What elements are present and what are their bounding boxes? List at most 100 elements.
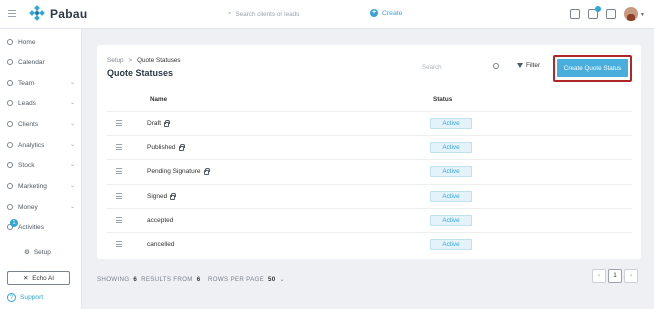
logo-text: Pabau [50, 6, 88, 21]
calendar-icon[interactable] [570, 9, 580, 19]
menu-icon[interactable] [8, 10, 16, 17]
echo-ai-label: Echo AI [32, 274, 54, 282]
row-name: Draft [147, 120, 162, 127]
chevron-down-icon: ⌄ [69, 183, 75, 189]
echo-ai-button[interactable]: ✕ Echo AI [7, 271, 70, 285]
sidebar-item-money[interactable]: Money ⌄ [7, 201, 75, 213]
drag-handle-icon[interactable] [116, 217, 122, 225]
money-icon [7, 204, 13, 210]
row-name: accepted [147, 217, 174, 224]
table-row[interactable]: Draft Active [107, 111, 632, 135]
filter-icon [517, 63, 523, 68]
next-page-icon[interactable]: › [624, 269, 638, 283]
table-row[interactable]: Pending Signature Active [107, 159, 632, 183]
row-name: Signed [147, 193, 168, 200]
drag-handle-icon[interactable] [116, 241, 122, 249]
rows-per-page-label: ROWS PER PAGE [208, 276, 265, 283]
status-badge: Active [430, 239, 472, 250]
pagination: ‹ 1 › [592, 269, 638, 283]
row-name: cancelled [147, 241, 175, 248]
plus-icon: + [370, 9, 378, 17]
drag-handle-icon[interactable] [116, 168, 122, 176]
drag-handle-icon[interactable] [116, 120, 122, 128]
breadcrumb-separator: > [128, 57, 133, 64]
filter-label: Filter [526, 62, 540, 69]
total-count: 6 [196, 276, 201, 283]
avatar[interactable] [624, 7, 638, 21]
chevron-down-icon: ⌄ [69, 204, 75, 210]
support-link[interactable]: ? Support [7, 293, 43, 302]
sidebar-item-label: Money [18, 203, 38, 211]
sidebar-item-home[interactable]: Home [7, 36, 75, 48]
lock-icon [164, 119, 171, 127]
notification-badge [595, 6, 601, 12]
chat-icon[interactable] [606, 9, 616, 19]
chevron-down-icon: ⌄ [69, 142, 75, 148]
column-header-name: Name [150, 96, 168, 103]
status-badge: Active [430, 118, 472, 129]
status-badge: Active [430, 191, 472, 202]
gear-icon: ⚙ [24, 249, 30, 256]
prev-page-icon[interactable]: ‹ [592, 269, 606, 283]
marketing-icon [7, 183, 13, 189]
page-title: Quote Statuses [107, 68, 174, 78]
pabau-logo[interactable]: Pabau [29, 5, 88, 21]
support-label: Support [20, 294, 44, 301]
search-icon: ⌕ [228, 10, 232, 17]
create-quote-status-button[interactable]: Create Quote Status [557, 59, 628, 77]
table-row[interactable]: accepted Active [107, 208, 632, 232]
help-icon: ? [7, 293, 16, 302]
sidebar-item-calendar[interactable]: Calendar [7, 56, 75, 68]
sidebar-item-marketing[interactable]: Marketing ⌄ [7, 180, 75, 192]
chevron-down-icon: ⌄ [69, 80, 75, 86]
filter-button[interactable]: Filter [517, 62, 540, 69]
drag-handle-icon[interactable] [116, 144, 122, 152]
setup-label: Setup [33, 248, 51, 256]
lock-icon [178, 143, 185, 151]
sidebar-item-label: Stock [18, 161, 35, 169]
notifications-icon[interactable] [588, 6, 601, 19]
status-badge: Active [430, 215, 472, 226]
search-input[interactable]: Search [422, 60, 502, 74]
logo-icon [29, 5, 45, 21]
create-button[interactable]: + Create [370, 9, 402, 17]
sidebar-item-clients[interactable]: Clients ⌄ [7, 118, 75, 130]
page-number-button[interactable]: 1 [608, 269, 622, 283]
rows-per-page-value: 50 [268, 276, 276, 283]
table-row[interactable]: Signed Active [107, 184, 632, 208]
setup-link[interactable]: ⚙ Setup [24, 248, 51, 257]
row-name: Published [147, 144, 176, 151]
clients-icon [7, 121, 13, 127]
status-badge: Active [430, 166, 472, 177]
table-row[interactable]: cancelled Active [107, 232, 632, 256]
lock-icon [170, 192, 177, 200]
table-row[interactable]: Published Active [107, 135, 632, 159]
sidebar-item-team[interactable]: Team ⌄ [7, 77, 75, 89]
sidebar: Home Calendar Team ⌄ Leads ⌄ Clients ⌄ Anal… [0, 29, 82, 309]
breadcrumb-setup[interactable]: Setup [107, 57, 123, 64]
chevron-down-icon[interactable]: ▼ [640, 12, 645, 18]
calendar-icon [7, 59, 13, 65]
global-search-placeholder: Search clients or leads [235, 10, 300, 18]
leads-icon [7, 100, 13, 106]
sidebar-item-leads[interactable]: Leads ⌄ [7, 97, 75, 109]
drag-handle-icon[interactable] [116, 193, 122, 201]
sidebar-item-label: Leads [18, 99, 36, 107]
breadcrumb-current: Quote Statuses [137, 57, 181, 64]
sidebar-item-label: Clients [18, 120, 39, 128]
sidebar-item-label: Activities [18, 223, 45, 231]
search-placeholder: Search [422, 63, 442, 71]
sparkle-icon: ✕ [23, 274, 29, 282]
quote-statuses-card: Setup > Quote Statuses Quote Statuses Se… [97, 45, 641, 259]
results-summary: SHOWING 6 RESULTS FROM 6 [97, 276, 200, 283]
showing-label: SHOWING [97, 276, 130, 283]
row-name: Pending Signature [147, 168, 201, 175]
stock-icon [7, 162, 13, 168]
team-icon [7, 80, 13, 86]
breadcrumb: Setup > Quote Statuses [107, 57, 181, 64]
sidebar-item-analytics[interactable]: Analytics ⌄ [7, 139, 75, 151]
rows-per-page-selector[interactable]: ROWS PER PAGE 50 ⌄ [208, 276, 285, 283]
sidebar-item-stock[interactable]: Stock ⌄ [7, 159, 75, 171]
chevron-down-icon: ⌄ [69, 162, 75, 168]
global-search[interactable]: ⌕ Search clients or leads [228, 10, 299, 18]
